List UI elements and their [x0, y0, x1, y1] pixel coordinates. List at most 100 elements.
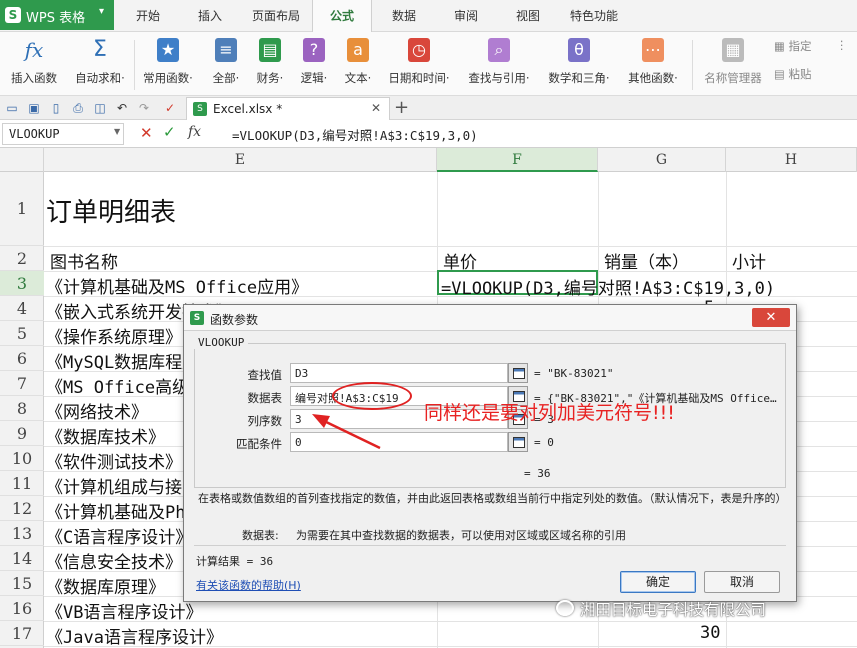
autosum-button[interactable]: Σ 自动求和·	[70, 35, 130, 93]
print-icon[interactable]: ⎙	[70, 100, 86, 116]
paste-button[interactable]: ▤ 粘贴	[774, 66, 812, 82]
menu-bar: S WPS 表格 ▾ 开始 插入 页面布局 公式 数据 审阅 视图 特色功能	[0, 0, 857, 32]
name-box[interactable]: VLOOKUP	[2, 123, 124, 145]
row-header[interactable]: 13	[0, 521, 44, 546]
common-functions-button[interactable]: ★ 常用函数·	[138, 35, 198, 93]
row-header[interactable]: 5	[0, 321, 44, 346]
tab-review[interactable]: 审阅	[436, 0, 496, 32]
star-book-icon: ★	[157, 38, 179, 62]
open-folder-icon[interactable]: ▭	[4, 100, 20, 116]
text-label: 文本·	[344, 71, 372, 85]
row-header[interactable]: 4	[0, 296, 44, 321]
logic-book-icon: ?	[303, 38, 325, 62]
book-name-cell[interactable]: 《Java语言程序设计》	[46, 623, 436, 648]
confirm-formula-icon[interactable]: ✓	[163, 123, 176, 141]
function-overall-result: = 36	[524, 467, 551, 480]
annotation-ellipse	[332, 382, 412, 410]
document-tab[interactable]: S Excel.xlsx * ✕	[186, 97, 390, 120]
row-headers: 1 2 3 4 5 6 7 8 9 10 11 12 13 14 15 16 1…	[0, 172, 44, 648]
new-tab-plus-icon[interactable]: +	[394, 97, 409, 118]
collapse-dialog-icon[interactable]	[508, 363, 528, 383]
fx-icon[interactable]: fx	[188, 124, 201, 140]
name-manager-button[interactable]: ▦ 名称管理器	[700, 35, 766, 93]
row-header[interactable]: 11	[0, 471, 44, 496]
sheet-title-cell[interactable]: 订单明细表	[46, 192, 176, 229]
row-header[interactable]: 17	[0, 621, 44, 646]
lookup-reference-label: 查找与引用·	[468, 71, 530, 85]
ok-button[interactable]: 确定	[620, 571, 696, 593]
watermark-text: 湘田目标电子科技有限公司	[580, 601, 767, 619]
arg-label-col-index: 列序数	[247, 414, 283, 428]
row-header[interactable]: 16	[0, 596, 44, 621]
cancel-formula-icon[interactable]: ✕	[140, 124, 153, 142]
dialog-titlebar[interactable]: S 函数参数 ✕	[184, 305, 796, 331]
row-header[interactable]: 15	[0, 571, 44, 596]
row-header[interactable]: 3	[0, 271, 44, 296]
app-menu-button[interactable]: S WPS 表格 ▾	[0, 0, 114, 30]
date-time-button[interactable]: ◷ 日期和时间·	[382, 35, 456, 93]
tab-insert[interactable]: 插入	[180, 0, 240, 32]
arg-input-range-lookup[interactable]: 0	[290, 432, 508, 452]
arg-input-lookup-value[interactable]: D3	[290, 363, 508, 383]
ribbon-toolbar: fx 插入函数 Σ 自动求和· ★ 常用函数· ≡ 全部· ▤ 财务· ? 逻辑…	[0, 32, 857, 96]
function-arguments-dialog: S 函数参数 ✕ VLOOKUP 查找值 D3 = "BK-83021" 数据表…	[183, 304, 797, 602]
all-functions-label: 全部·	[212, 71, 240, 85]
function-description: 在表格或数值数组的首列查找指定的数值，并由此返回表格或数组当前行中指定列处的数值…	[198, 492, 787, 505]
tab-data[interactable]: 数据	[374, 0, 434, 32]
book-name-cell[interactable]: 《计算机基础及MS Office应用》	[46, 273, 436, 298]
export-pdf-icon[interactable]: ▯	[48, 100, 64, 116]
finance-button[interactable]: ▤ 财务·	[250, 35, 290, 93]
collapse-dialog-icon[interactable]	[508, 432, 528, 452]
formula-input[interactable]: =VLOOKUP(D3,编号对照!A$3:C$19,3,0)	[226, 124, 846, 144]
logic-button[interactable]: ? 逻辑·	[294, 35, 334, 93]
close-icon[interactable]: ✕	[752, 308, 790, 327]
close-icon[interactable]: ✕	[371, 101, 381, 115]
insert-function-button[interactable]: fx 插入函数	[4, 35, 64, 93]
row-header[interactable]: 6	[0, 346, 44, 371]
tab-view[interactable]: 视图	[498, 0, 558, 32]
save-icon[interactable]: ▣	[26, 100, 42, 116]
tab-start[interactable]: 开始	[118, 0, 178, 32]
lookup-reference-button[interactable]: ⌕ 查找与引用·	[462, 35, 536, 93]
row-header[interactable]: 14	[0, 546, 44, 571]
chevron-down-icon[interactable]: ▼	[114, 127, 120, 136]
undo-icon[interactable]: ↶	[114, 100, 130, 116]
all-functions-button[interactable]: ≡ 全部·	[204, 35, 248, 93]
insert-function-label: 插入函数	[11, 71, 57, 85]
row-header[interactable]: 2	[0, 246, 44, 271]
name-manager-icon: ▦	[722, 38, 744, 62]
row-header[interactable]: 12	[0, 496, 44, 521]
math-trig-button[interactable]: θ 数学和三角·	[542, 35, 616, 93]
chevron-down-icon: ▾	[99, 6, 105, 17]
select-all-corner[interactable]	[0, 148, 44, 172]
header-cell-subtotal[interactable]: 小计	[732, 248, 766, 273]
header-cell-book-name[interactable]: 图书名称	[50, 248, 118, 273]
column-header-h[interactable]: H	[726, 148, 857, 172]
column-header-f[interactable]: F	[437, 148, 598, 172]
column-header-g[interactable]: G	[598, 148, 726, 172]
cancel-button[interactable]: 取消	[704, 571, 780, 593]
dialog-divider	[194, 545, 786, 546]
tab-special-features[interactable]: 特色功能	[560, 0, 628, 32]
row-header[interactable]: 8	[0, 396, 44, 421]
print-preview-icon[interactable]: ◫	[92, 100, 108, 116]
function-help-link[interactable]: 有关该函数的帮助(H)	[196, 577, 301, 593]
redo-icon[interactable]: ↷	[136, 100, 152, 116]
column-header-e[interactable]: E	[44, 148, 437, 172]
more-functions-button[interactable]: ⋯ 其他函数·	[620, 35, 686, 93]
row-header[interactable]: 10	[0, 446, 44, 471]
tab-page-layout[interactable]: 页面布局	[242, 0, 310, 32]
specify-button[interactable]: ▦ 指定	[774, 38, 812, 54]
header-cell-sales[interactable]: 销量（本）	[604, 248, 689, 273]
ribbon-more-icon[interactable]: ⋮	[836, 38, 848, 52]
finance-label: 财务·	[256, 71, 284, 85]
text-button[interactable]: a 文本·	[338, 35, 378, 93]
customize-quick-access-icon[interactable]: ✓	[162, 100, 178, 116]
row-header[interactable]: 7	[0, 371, 44, 396]
tab-formulas[interactable]: 公式	[312, 0, 372, 32]
sales-cell[interactable]: 30	[700, 623, 720, 643]
app-name: WPS 表格	[26, 11, 86, 26]
theta-book-icon: θ	[568, 38, 590, 62]
row-header[interactable]: 1	[0, 172, 44, 246]
row-header[interactable]: 9	[0, 421, 44, 446]
